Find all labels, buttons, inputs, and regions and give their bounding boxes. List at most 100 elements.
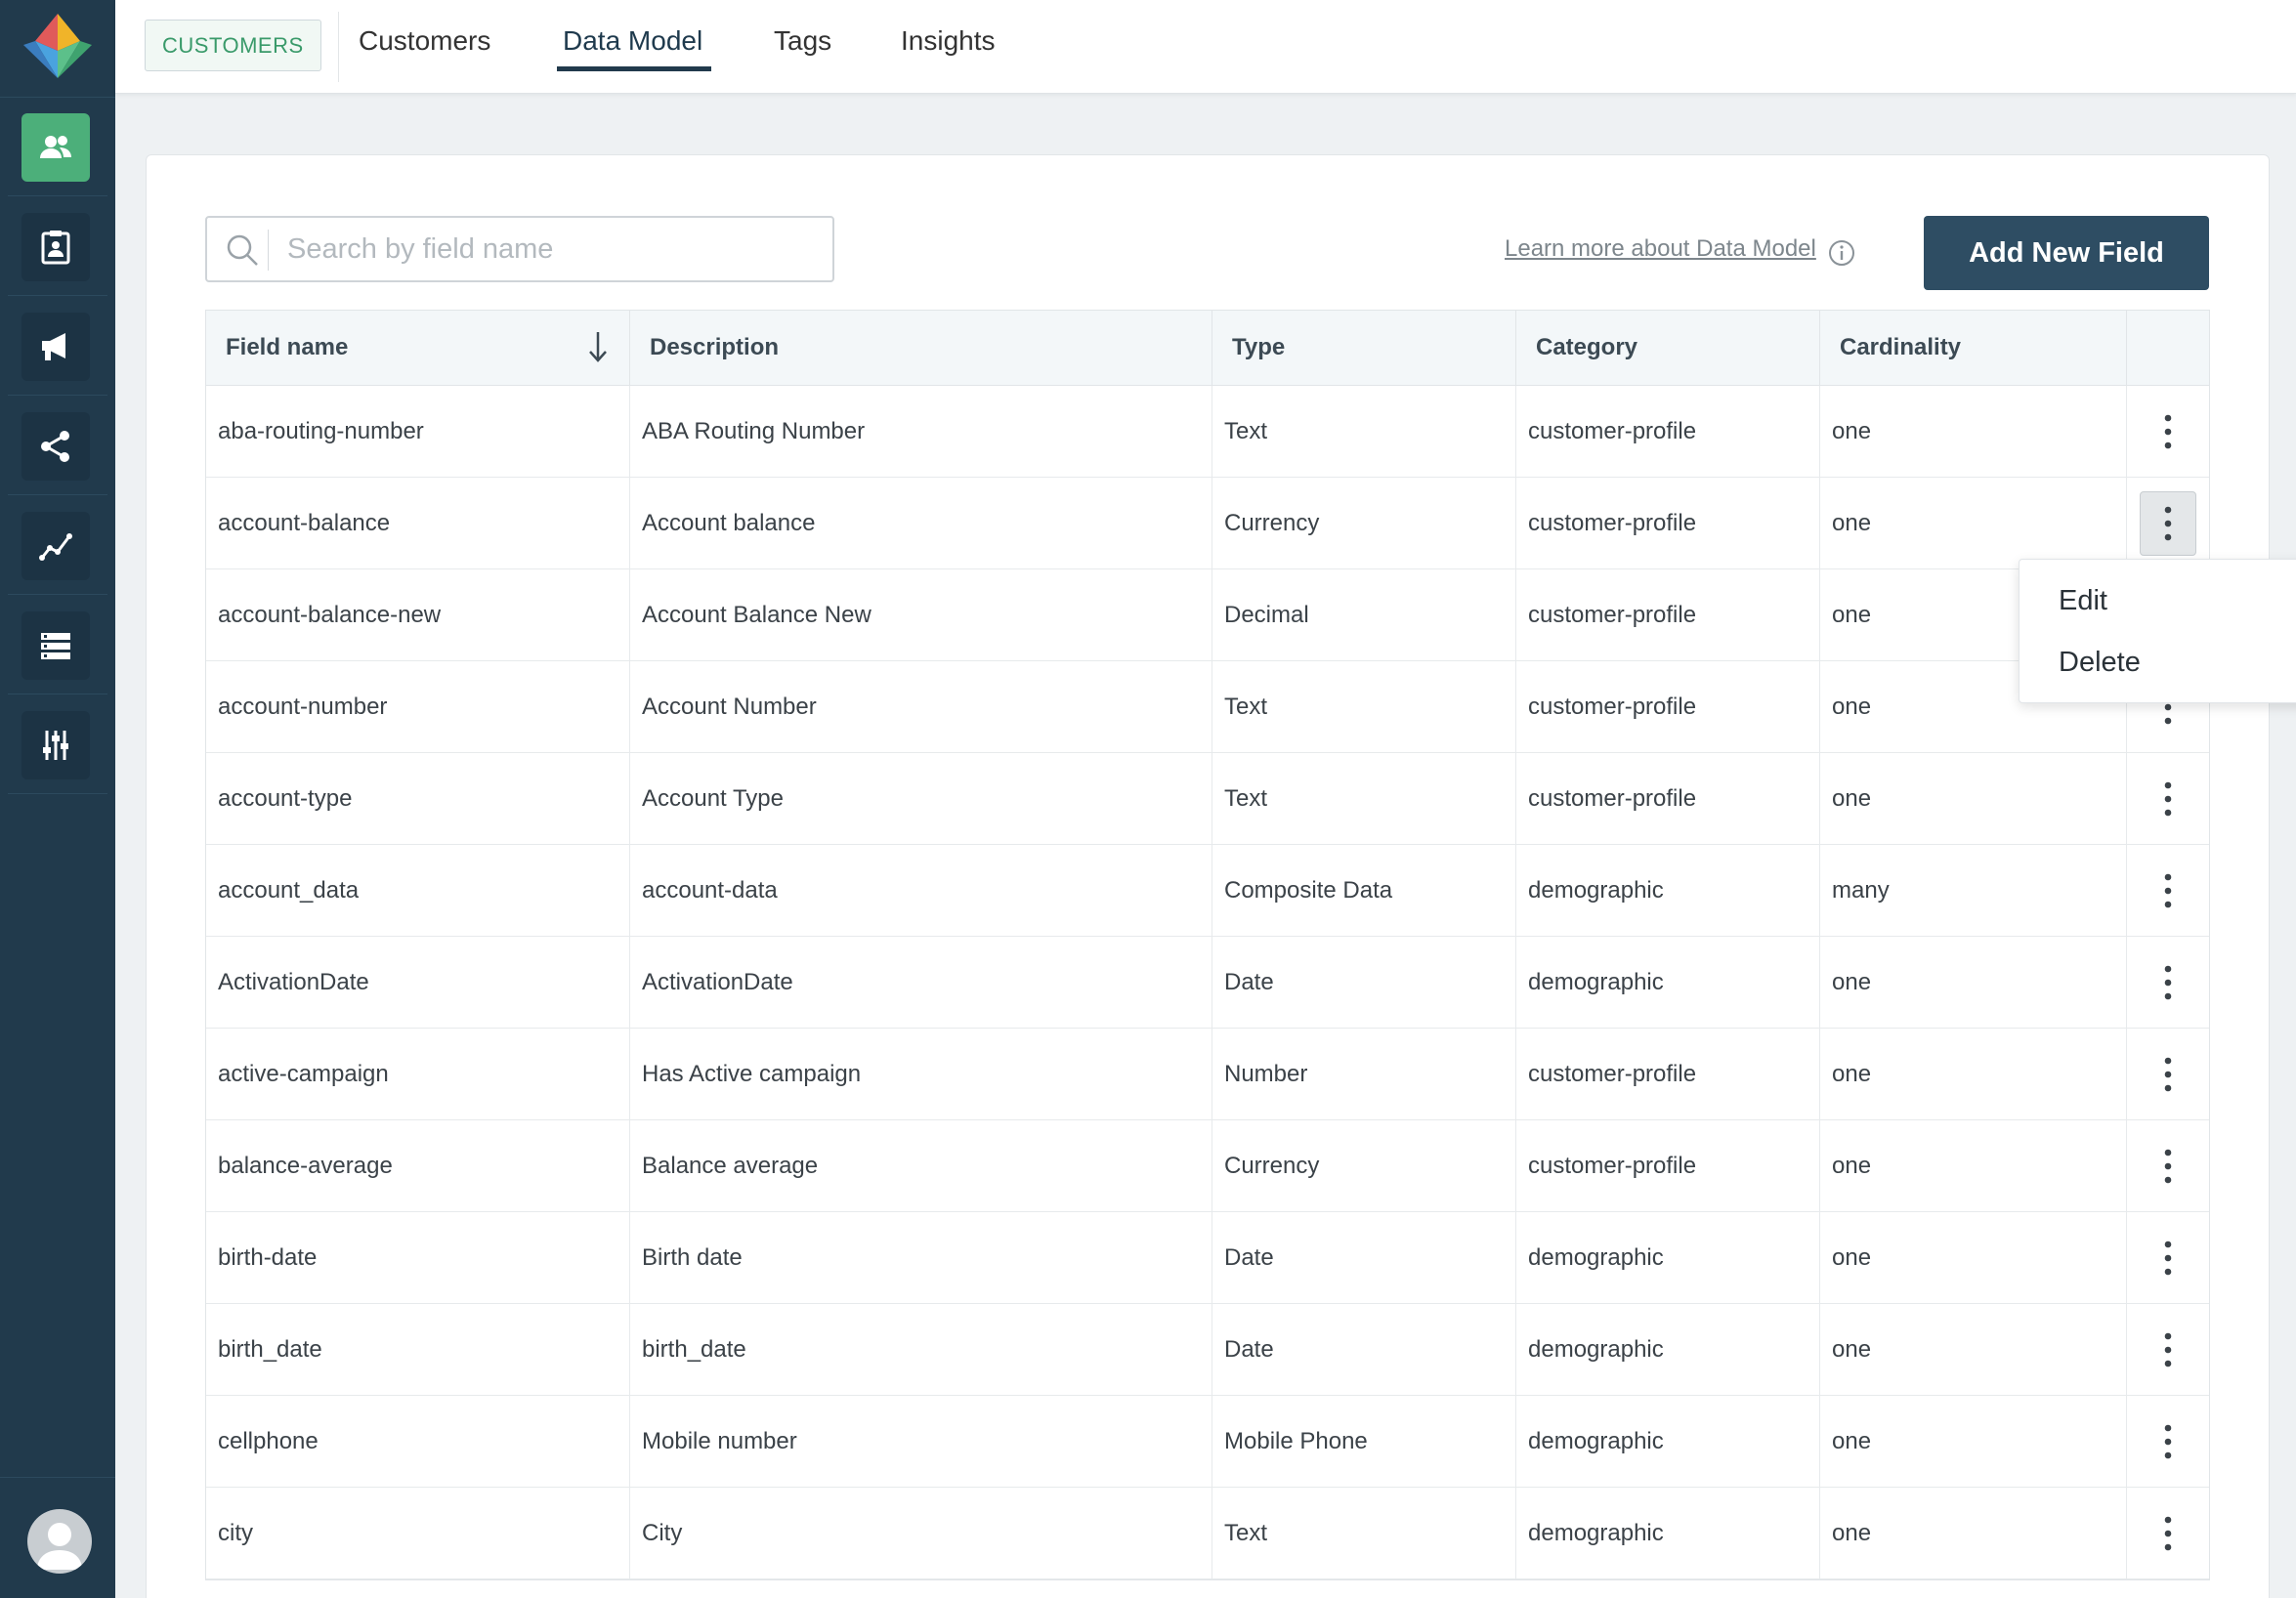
- app-logo-icon[interactable]: [21, 12, 94, 80]
- sidebar-item-data-sources[interactable]: [21, 611, 90, 680]
- column-header-cardinality[interactable]: Cardinality: [1820, 311, 2127, 385]
- table-row[interactable]: account-number Account Number Text customer…: [206, 661, 2209, 753]
- cell-field-name: ActivationDate: [206, 937, 630, 1028]
- cell-cardinality: one: [1820, 1029, 2127, 1119]
- cell-category: demographic: [1516, 1396, 1820, 1487]
- users-icon: [40, 136, 71, 158]
- table-row[interactable]: cellphone Mobile number Mobile Phone demogr…: [206, 1396, 2209, 1488]
- cell-actions: [2127, 1212, 2209, 1303]
- row-actions-button[interactable]: [2140, 1042, 2196, 1107]
- cell-cardinality: one: [1820, 1396, 2127, 1487]
- sidebar-item-profiles[interactable]: [21, 213, 90, 281]
- cell-category: customer-profile: [1516, 661, 1820, 752]
- more-vertical-icon: [2164, 1149, 2172, 1183]
- sliders-icon: [43, 731, 68, 760]
- row-actions-button[interactable]: [2140, 1226, 2196, 1290]
- column-header-field-name[interactable]: Field name: [206, 311, 630, 385]
- cell-category: demographic: [1516, 1488, 1820, 1578]
- module-badge[interactable]: CUSTOMERS: [145, 20, 321, 71]
- cell-cardinality: one: [1820, 1488, 2127, 1578]
- cell-type: Text: [1212, 661, 1516, 752]
- cell-category: customer-profile: [1516, 386, 1820, 477]
- cell-actions: [2127, 1120, 2209, 1211]
- row-actions-button[interactable]: [2140, 1134, 2196, 1198]
- sidebar-divider: [8, 295, 107, 296]
- table-row[interactable]: account_data account-data Composite Data de…: [206, 845, 2209, 937]
- table-row[interactable]: account-balance-new Account Balance New De…: [206, 569, 2209, 661]
- learn-more-link[interactable]: Learn more about Data Model: [1505, 235, 1816, 263]
- cell-description: Account Type: [630, 753, 1212, 844]
- cell-cardinality: one: [1820, 1304, 2127, 1395]
- tab-insights[interactable]: Insights: [901, 25, 996, 57]
- row-actions-button[interactable]: [2140, 950, 2196, 1015]
- menu-item-delete[interactable]: Delete: [2059, 647, 2141, 679]
- cell-actions: [2127, 845, 2209, 936]
- sidebar-item-analytics[interactable]: [21, 512, 90, 580]
- avatar[interactable]: [27, 1509, 92, 1574]
- info-icon[interactable]: [1827, 238, 1856, 268]
- sort-arrow-down-icon[interactable]: [586, 330, 610, 363]
- cell-description: ActivationDate: [630, 937, 1212, 1028]
- cell-actions: [2127, 1029, 2209, 1119]
- row-actions-button[interactable]: [2140, 859, 2196, 923]
- column-header-description[interactable]: Description: [630, 311, 1212, 385]
- sidebar-item-settings[interactable]: [21, 711, 90, 779]
- row-actions-button[interactable]: [2140, 400, 2196, 464]
- cell-type: Text: [1212, 386, 1516, 477]
- top-nav-divider: [338, 12, 339, 82]
- sidebar-item-customers[interactable]: [21, 113, 90, 182]
- table-row[interactable]: account-type Account Type Text customer-pro…: [206, 753, 2209, 845]
- cell-category: demographic: [1516, 1304, 1820, 1395]
- tab-customers[interactable]: Customers: [359, 25, 490, 57]
- cell-field-name: birth_date: [206, 1304, 630, 1395]
- row-actions-button[interactable]: [2140, 1501, 2196, 1566]
- column-header-category[interactable]: Category: [1516, 311, 1820, 385]
- add-new-field-button[interactable]: Add New Field: [1924, 216, 2209, 290]
- cell-cardinality: one: [1820, 1212, 2127, 1303]
- cell-description: account-data: [630, 845, 1212, 936]
- cell-description: Account Number: [630, 661, 1212, 752]
- row-actions-button[interactable]: [2140, 490, 2196, 556]
- row-actions-button[interactable]: [2140, 767, 2196, 831]
- cell-cardinality: many: [1820, 845, 2127, 936]
- cell-category: demographic: [1516, 937, 1820, 1028]
- sidebar-item-campaigns[interactable]: [21, 313, 90, 381]
- column-header-type[interactable]: Type: [1212, 311, 1516, 385]
- more-vertical-icon: [2164, 1424, 2172, 1458]
- cell-description: Birth date: [630, 1212, 1212, 1303]
- top-nav: CUSTOMERS Customers Data Model Tags Insi…: [115, 0, 2296, 94]
- table-row[interactable]: birth_date birth_date Date demographic one: [206, 1304, 2209, 1396]
- row-actions-menu: Edit Delete: [2019, 559, 2296, 703]
- more-vertical-icon: [2164, 1057, 2172, 1091]
- sidebar-item-journeys[interactable]: [21, 412, 90, 481]
- cell-category: customer-profile: [1516, 1120, 1820, 1211]
- table-row[interactable]: birth-date Birth date Date demographic one: [206, 1212, 2209, 1304]
- cell-description: ABA Routing Number: [630, 386, 1212, 477]
- cell-actions: [2127, 1396, 2209, 1487]
- table-row[interactable]: active-campaign Has Active campaign Number…: [206, 1029, 2209, 1120]
- cell-cardinality: one: [1820, 386, 2127, 477]
- table-row[interactable]: ActivationDate ActivationDate Date demograp…: [206, 937, 2209, 1029]
- search-box[interactable]: [205, 216, 834, 282]
- table-row[interactable]: city City Text demographic one: [206, 1488, 2209, 1579]
- more-vertical-icon: [2164, 873, 2172, 907]
- sidebar-divider: [0, 1477, 115, 1478]
- menu-item-edit[interactable]: Edit: [2059, 585, 2107, 617]
- more-vertical-icon: [2164, 414, 2172, 448]
- fields-table: Field name Description Type Category Car…: [205, 310, 2210, 1580]
- search-icon: [227, 234, 258, 266]
- sidebar-divider: [8, 793, 107, 794]
- row-actions-button[interactable]: [2140, 1409, 2196, 1474]
- row-actions-button[interactable]: [2140, 1318, 2196, 1382]
- table-row[interactable]: balance-average Balance average Currency cu…: [206, 1120, 2209, 1212]
- more-vertical-icon: [2164, 506, 2172, 540]
- table-row[interactable]: account-balance Account balance Currency cu…: [206, 478, 2209, 569]
- cell-actions: [2127, 478, 2209, 568]
- table-row[interactable]: aba-routing-number ABA Routing Number Text…: [206, 386, 2209, 478]
- user-avatar-icon: [37, 1523, 82, 1570]
- cell-field-name: account_data: [206, 845, 630, 936]
- tab-tags[interactable]: Tags: [774, 25, 831, 57]
- search-input[interactable]: [287, 228, 815, 271]
- cell-type: Text: [1212, 753, 1516, 844]
- tab-data-model[interactable]: Data Model: [563, 25, 702, 57]
